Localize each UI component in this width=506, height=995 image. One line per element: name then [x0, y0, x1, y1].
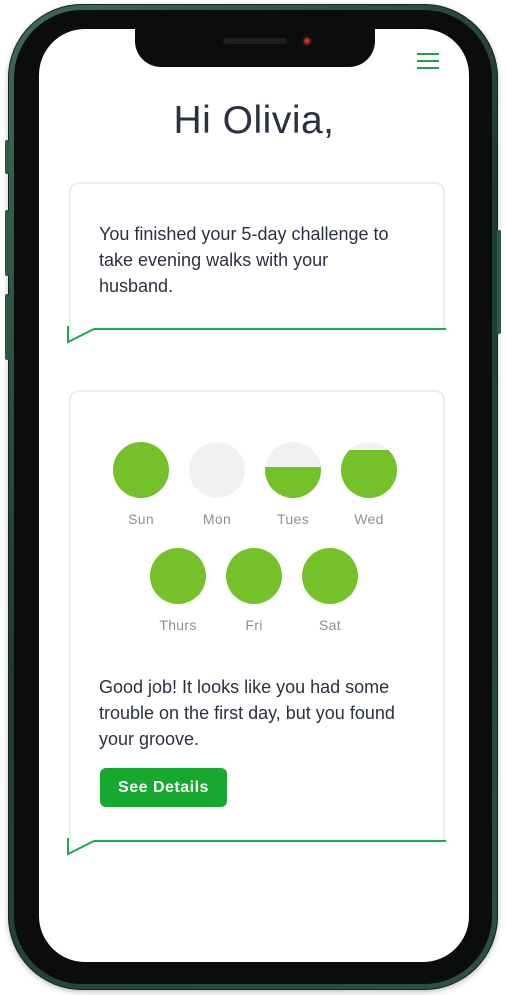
notch — [135, 29, 375, 67]
progress-fill — [341, 450, 397, 498]
progress-circle — [341, 442, 397, 498]
silent-switch — [5, 140, 9, 174]
day-label: Tues — [277, 511, 309, 527]
hamburger-menu-icon[interactable] — [417, 53, 439, 71]
day-sun: Sun — [109, 442, 173, 527]
card-tail — [67, 838, 446, 856]
camera-icon — [302, 36, 312, 46]
volume-up-button — [5, 210, 9, 276]
day-label: Sat — [319, 617, 341, 633]
progress-fill — [150, 548, 206, 604]
encouragement-message: Good job! It looks like you had some tro… — [99, 677, 395, 749]
day-tues: Tues — [261, 442, 325, 527]
see-details-button[interactable]: See Details — [100, 768, 227, 807]
day-label: Mon — [202, 511, 232, 527]
card-tail — [67, 326, 446, 344]
progress-fill — [265, 467, 321, 498]
progress-circle — [302, 548, 358, 604]
day-fri: Fri — [222, 548, 286, 633]
day-mon: Mon — [185, 442, 249, 527]
week-progress-card: Sun Mon Tues Wed Thurs Fri Sat Good job!… — [69, 390, 445, 842]
day-thurs: Thurs — [146, 548, 210, 633]
app-screen: Hi Olivia, You finished your 5-day chall… — [39, 29, 469, 962]
greeting-title: Hi Olivia, — [173, 99, 335, 142]
progress-circle — [113, 442, 169, 498]
progress-circle — [226, 548, 282, 604]
progress-circle — [150, 548, 206, 604]
speaker-grille — [223, 38, 287, 44]
day-label: Thurs — [159, 617, 197, 633]
progress-circle — [189, 442, 245, 498]
day-sat: Sat — [298, 548, 362, 633]
progress-fill — [226, 548, 282, 604]
progress-fill — [302, 548, 358, 604]
day-label: Sun — [128, 511, 154, 527]
day-label: Fri — [245, 617, 263, 633]
volume-down-button — [5, 294, 9, 360]
progress-circle — [265, 442, 321, 498]
day-label: Wed — [354, 511, 384, 527]
power-button — [497, 230, 501, 334]
challenge-message: You finished your 5-day challenge to tak… — [99, 224, 389, 296]
progress-fill — [113, 442, 169, 498]
day-wed: Wed — [337, 442, 401, 527]
challenge-card: You finished your 5-day challenge to tak… — [69, 182, 445, 331]
